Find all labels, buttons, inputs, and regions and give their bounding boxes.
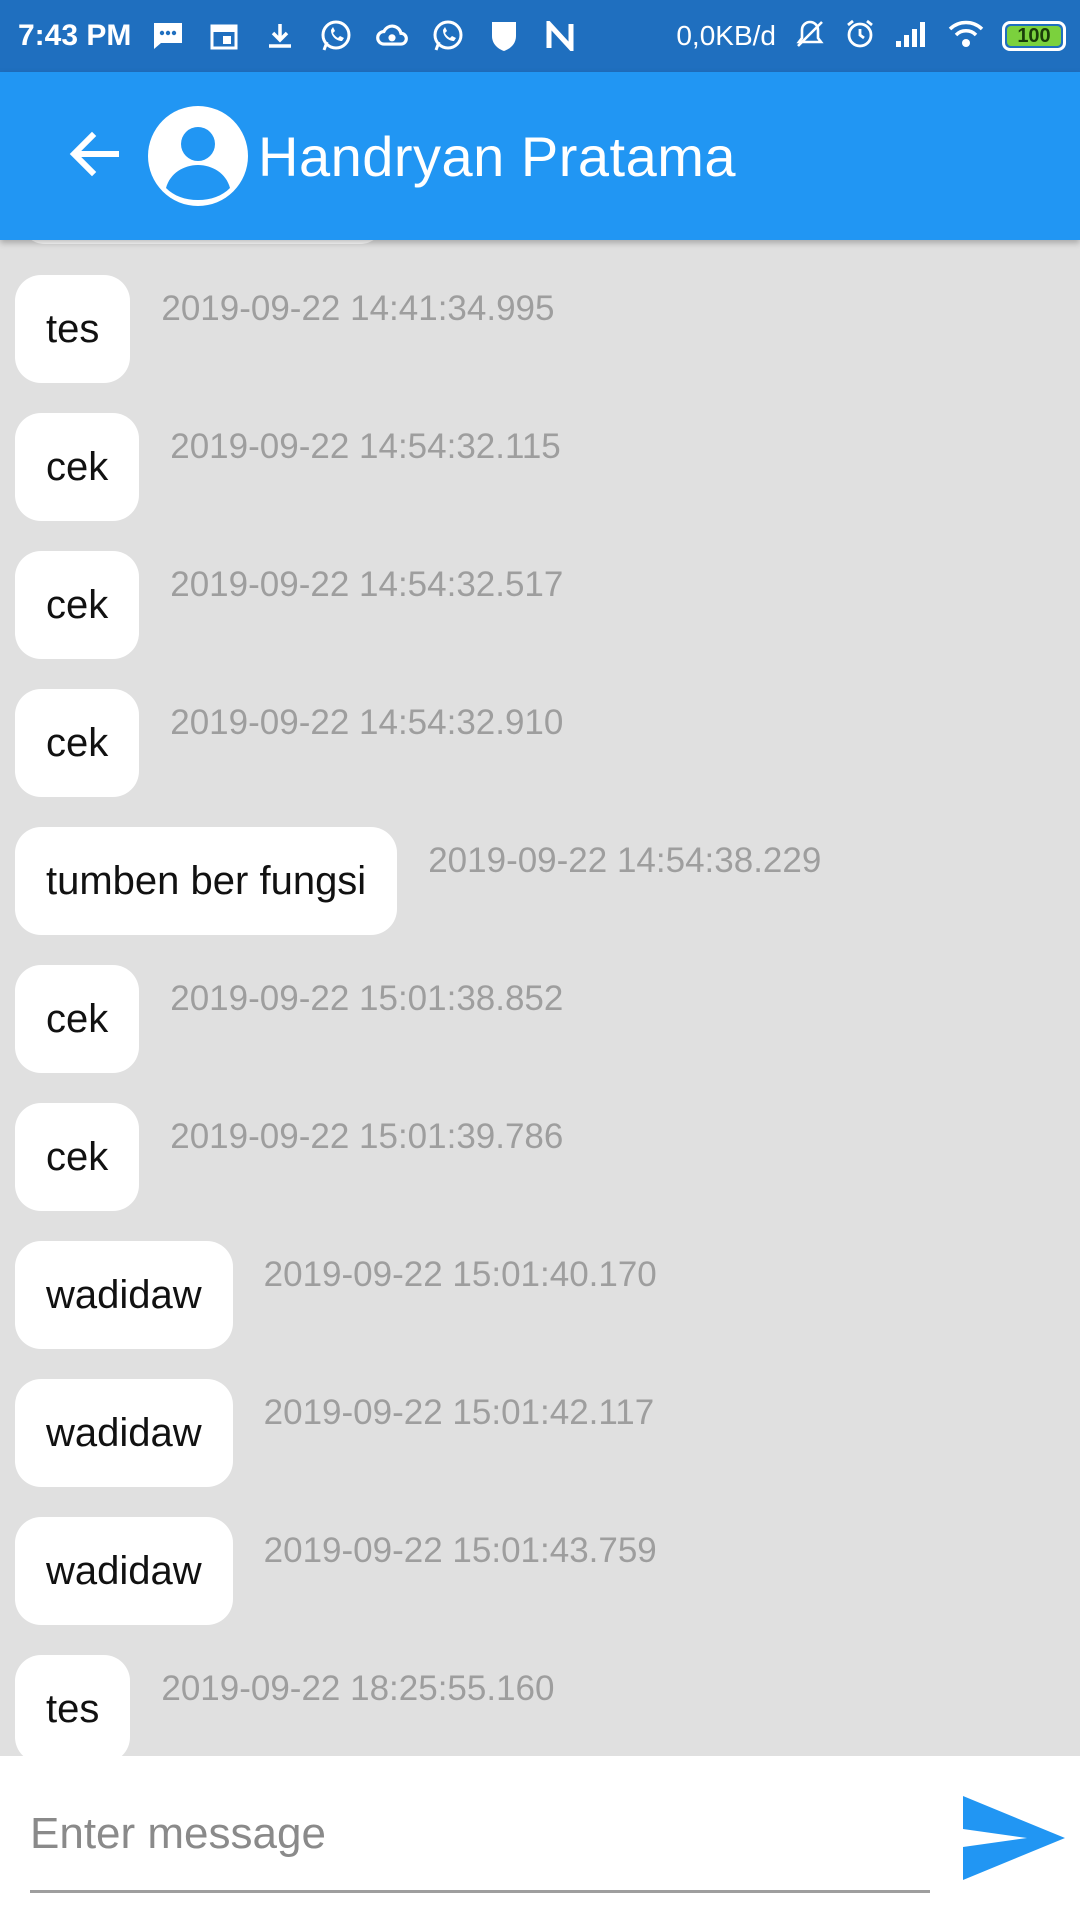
message-timestamp: 2019-09-22 15:01:43.759 [263, 1531, 657, 1570]
message-timestamp: 2019-09-22 14:54:32.115 [170, 427, 561, 466]
message-icon [151, 19, 185, 53]
status-bar: 7:43 PM 0,0KB/d 100 [0, 0, 1080, 72]
input-underline [30, 1890, 930, 1893]
message-input[interactable] [30, 1786, 930, 1882]
message-item: cek 2019-09-22 14:54:32.910 [15, 689, 563, 797]
back-button[interactable] [62, 122, 126, 186]
message-timestamp: 2019-09-22 15:01:42.117 [263, 1393, 655, 1432]
message-timestamp: 2019-09-22 15:01:40.170 [263, 1255, 657, 1294]
message-bubble[interactable]: cek [15, 1103, 140, 1211]
message-bubble[interactable]: cek [15, 965, 140, 1073]
message-bubble[interactable]: cek [15, 551, 140, 659]
whatsapp-icon [319, 19, 353, 53]
message-bubble[interactable]: wadidaw [15, 1517, 233, 1625]
status-right: 0,0KB/d 100 [676, 0, 1066, 72]
mute-icon [794, 18, 826, 55]
message-timestamp: 2019-09-22 15:01:39.786 [170, 1117, 564, 1156]
message-bubble[interactable]: cek [15, 413, 140, 521]
download-icon [263, 19, 297, 53]
message-item: wadidaw 2019-09-22 15:01:43.759 [15, 1517, 657, 1625]
message-list[interactable]: tes 2019-09-22 14:41:34.995 cek 2019-09-… [0, 240, 1080, 1756]
message-item: cek 2019-09-22 14:54:32.115 [15, 413, 561, 521]
message-timestamp: 2019-09-22 18:25:55.160 [161, 1669, 555, 1708]
send-button[interactable] [955, 1788, 1073, 1888]
signal-icon [894, 19, 930, 54]
wifi-icon [948, 19, 984, 54]
message-bubble-partial [20, 240, 385, 244]
message-item: tes 2019-09-22 18:25:55.160 [15, 1655, 554, 1756]
shield-icon [487, 19, 521, 53]
message-bubble[interactable]: cek [15, 689, 140, 797]
contact-name: Handryan Pratama [258, 125, 737, 188]
alarm-icon [844, 18, 876, 55]
network-speed: 0,0KB/d [676, 20, 776, 51]
message-composer [0, 1756, 1080, 1920]
message-bubble[interactable]: tes [15, 275, 131, 383]
message-timestamp: 2019-09-22 14:54:32.517 [170, 565, 564, 604]
notification-icons [151, 19, 577, 53]
message-item: wadidaw 2019-09-22 15:01:40.170 [15, 1241, 657, 1349]
calendar-icon [207, 19, 241, 53]
message-bubble[interactable]: tumben ber fungsi [15, 827, 398, 935]
message-bubble[interactable]: wadidaw [15, 1241, 233, 1349]
message-timestamp: 2019-09-22 14:41:34.995 [161, 289, 555, 328]
message-item: cek 2019-09-22 14:54:32.517 [15, 551, 563, 659]
message-item: cek 2019-09-22 15:01:39.786 [15, 1103, 563, 1211]
message-item: tes 2019-09-22 14:41:34.995 [15, 275, 554, 383]
message-bubble[interactable]: wadidaw [15, 1379, 233, 1487]
message-item: cek 2019-09-22 15:01:38.852 [15, 965, 563, 1073]
avatar[interactable] [148, 106, 248, 206]
arrow-back-icon [69, 131, 119, 177]
send-icon [963, 1796, 1065, 1880]
message-bubble[interactable]: tes [15, 1655, 131, 1756]
n-icon [543, 19, 577, 53]
cloud-icon [375, 19, 409, 53]
status-time: 7:43 PM [18, 19, 132, 52]
whatsapp-icon [431, 19, 465, 53]
message-timestamp: 2019-09-22 14:54:38.229 [428, 841, 822, 880]
message-item: tumben ber fungsi 2019-09-22 14:54:38.22… [15, 827, 821, 935]
battery-level: 100 [1017, 24, 1051, 47]
battery-icon: 100 [1002, 21, 1066, 51]
app-bar: Handryan Pratama [0, 72, 1080, 240]
person-icon [166, 127, 230, 200]
message-item: wadidaw 2019-09-22 15:01:42.117 [15, 1379, 654, 1487]
message-timestamp: 2019-09-22 14:54:32.910 [170, 703, 564, 742]
message-timestamp: 2019-09-22 15:01:38.852 [170, 979, 564, 1018]
